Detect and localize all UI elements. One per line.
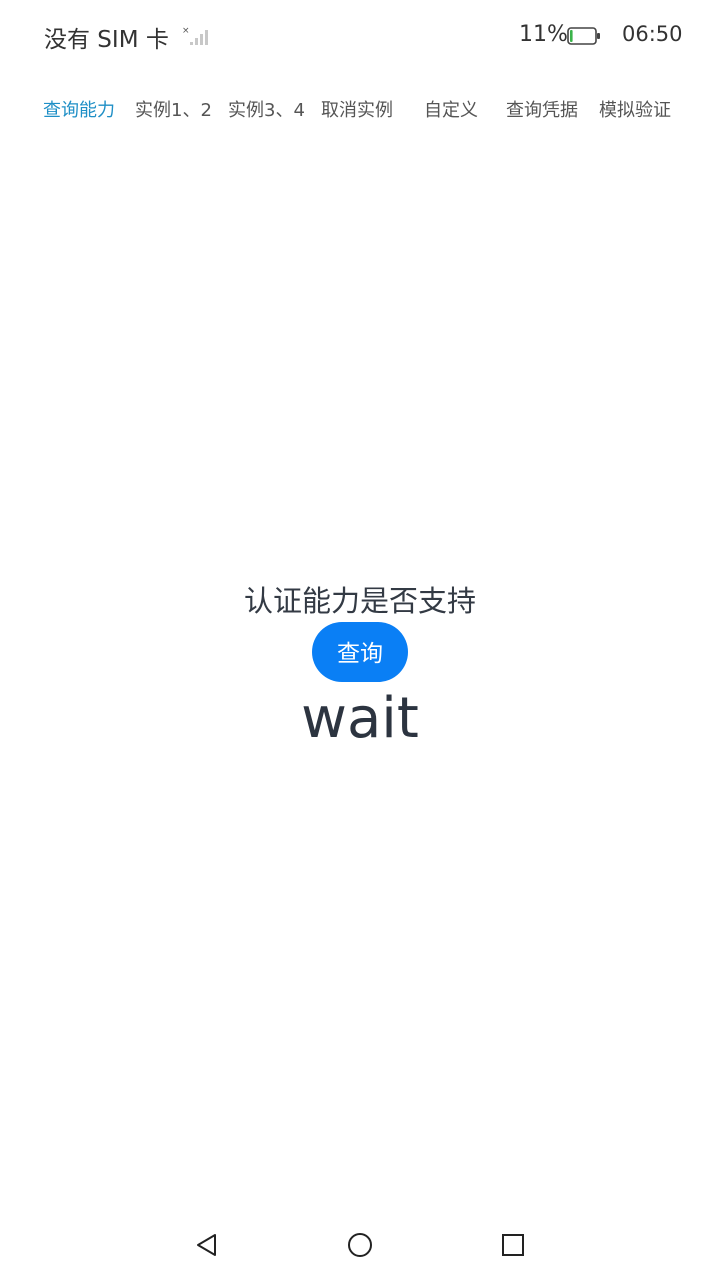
carrier-label: 没有 SIM 卡 (44, 27, 169, 53)
recent-square-icon[interactable] (498, 1230, 528, 1260)
signal-none-icon: × (182, 26, 208, 45)
tab-simulate-verify[interactable]: 模拟验证 (599, 96, 671, 122)
battery-low-icon (567, 27, 600, 45)
battery-percent: 11% (519, 22, 568, 47)
tab-query-capability[interactable]: 查询能力 (43, 96, 115, 122)
tab-cancel-instance[interactable]: 取消实例 (321, 96, 393, 122)
tab-query-credential[interactable]: 查询凭据 (506, 96, 578, 122)
main-content: 认证能力是否支持 查询 wait (0, 580, 720, 754)
tab-instance-3-4[interactable]: 实例3、4 (228, 96, 305, 122)
navigation-bar (0, 1216, 720, 1272)
tab-custom[interactable]: 自定义 (424, 96, 478, 122)
page-heading: 认证能力是否支持 (243, 584, 476, 618)
back-triangle-icon[interactable] (192, 1230, 222, 1260)
status-bar: 没有 SIM 卡 × 11% 06:50 (0, 0, 720, 72)
app-screen: 没有 SIM 卡 × 11% 06:50 查询能力 实例1、2 实例3、4 取消… (0, 0, 720, 1280)
result-text: wait (301, 686, 419, 751)
home-circle-icon[interactable] (345, 1230, 375, 1260)
tab-instance-1-2[interactable]: 实例1、2 (135, 96, 212, 122)
svg-text:×: × (182, 26, 190, 36)
tab-bar: 查询能力 实例1、2 实例3、4 取消实例 自定义 查询凭据 模拟验证 (0, 88, 720, 132)
query-button[interactable]: 查询 (312, 622, 408, 682)
clock: 06:50 (622, 22, 683, 46)
